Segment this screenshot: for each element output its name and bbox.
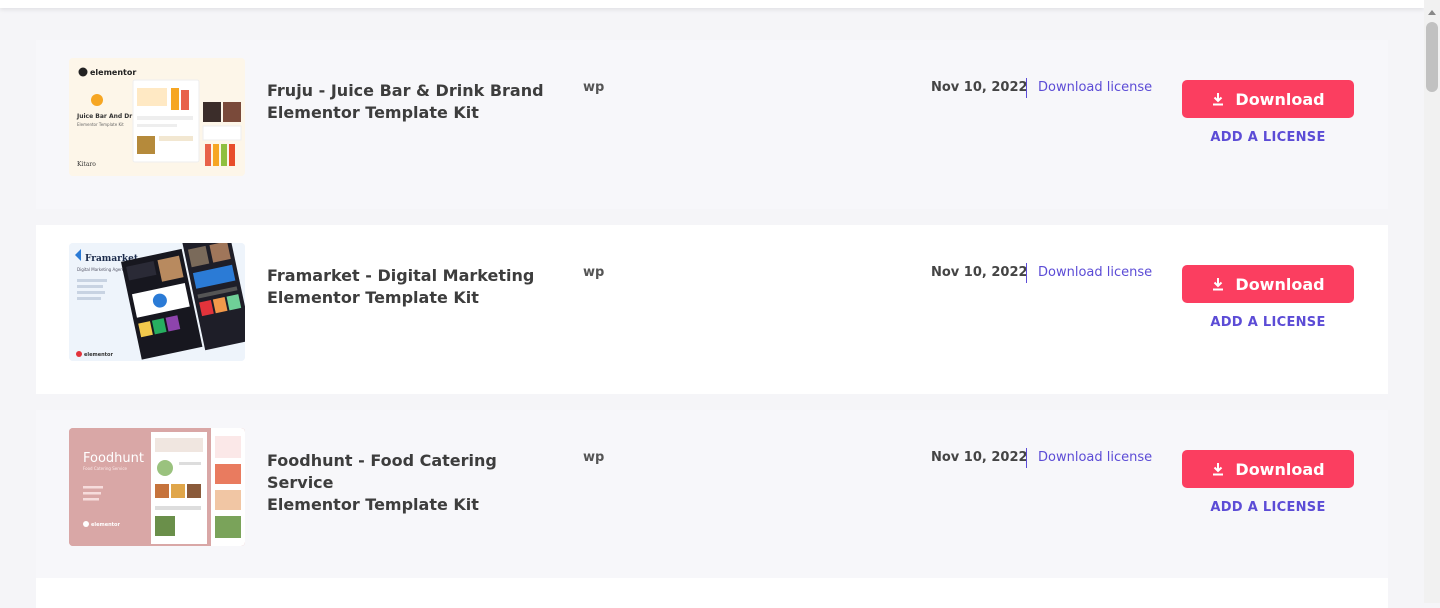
divider (1026, 448, 1027, 468)
item-thumbnail[interactable]: Framarket Digital Marketing Agency Templ… (69, 243, 245, 361)
thumbnail-image: Framarket Digital Marketing Agency Templ… (69, 243, 245, 361)
download-icon (1213, 463, 1224, 476)
list-item-partial (36, 578, 1388, 608)
item-title[interactable]: Foodhunt - Food Catering Service Element… (267, 450, 557, 516)
download-icon (1213, 278, 1224, 291)
list-item: Foodhunt Food Catering Service elementor (36, 410, 1388, 579)
download-license-link[interactable]: Download license (1038, 80, 1152, 95)
divider (1026, 263, 1027, 283)
item-title-line2: Elementor Template Kit (267, 495, 479, 514)
scroll-up-arrow-icon[interactable] (1428, 10, 1436, 15)
thumbnail-image: elementor Juice Bar And Drink Elementor … (69, 58, 245, 176)
item-title-line2: Elementor Template Kit (267, 103, 479, 122)
download-button-label: Download (1235, 89, 1325, 109)
download-button-label: Download (1235, 274, 1325, 294)
thumb-heading: Food Catering Service (83, 466, 128, 471)
item-type: wp (583, 265, 605, 280)
scrollbar-thumb[interactable] (1426, 22, 1438, 92)
item-thumbnail[interactable]: Foodhunt Food Catering Service elementor (69, 428, 245, 546)
thumbnail-image: Foodhunt Food Catering Service elementor (69, 428, 245, 546)
download-icon (1213, 93, 1224, 106)
item-type: wp (583, 450, 605, 465)
divider (1026, 78, 1027, 98)
item-title-line1: Foodhunt - Food Catering Service (267, 451, 497, 492)
list-item: elementor Juice Bar And Drink Elementor … (36, 40, 1388, 209)
thumb-footer: elementor (84, 352, 113, 358)
download-license-link[interactable]: Download license (1038, 265, 1152, 280)
download-button[interactable]: Download (1182, 265, 1354, 303)
item-title-line2: Elementor Template Kit (267, 288, 479, 307)
add-license-link[interactable]: ADD A LICENSE (1182, 500, 1354, 515)
thumb-sub: Elementor Template Kit (77, 122, 124, 127)
add-license-link[interactable]: ADD A LICENSE (1182, 315, 1354, 330)
list-item: Framarket Digital Marketing Agency Templ… (36, 225, 1388, 394)
item-title-line1: Framarket - Digital Marketing (267, 266, 535, 285)
item-thumbnail[interactable]: elementor Juice Bar And Drink Elementor … (69, 58, 245, 176)
item-date: Nov 10, 2022 (931, 265, 1028, 280)
item-date: Nov 10, 2022 (931, 80, 1028, 95)
download-button[interactable]: Download (1182, 80, 1354, 118)
add-license-link[interactable]: ADD A LICENSE (1182, 130, 1354, 145)
item-title[interactable]: Fruju - Juice Bar & Drink Brand Elemento… (267, 80, 557, 124)
thumb-brand: Foodhunt (83, 451, 144, 466)
top-header-edge (0, 0, 1424, 8)
item-type: wp (583, 80, 605, 95)
item-title[interactable]: Framarket - Digital Marketing Elementor … (267, 265, 557, 309)
download-button[interactable]: Download (1182, 450, 1354, 488)
download-license-link[interactable]: Download license (1038, 450, 1152, 465)
thumb-footer: Kitaro (77, 161, 96, 168)
item-date: Nov 10, 2022 (931, 450, 1028, 465)
thumb-brand: elementor (90, 68, 136, 77)
scrollbar[interactable] (1424, 0, 1440, 603)
item-title-line1: Fruju - Juice Bar & Drink Brand (267, 81, 544, 100)
download-button-label: Download (1235, 459, 1325, 479)
thumb-footer: elementor (91, 522, 120, 528)
downloads-list: elementor Juice Bar And Drink Elementor … (36, 40, 1388, 595)
